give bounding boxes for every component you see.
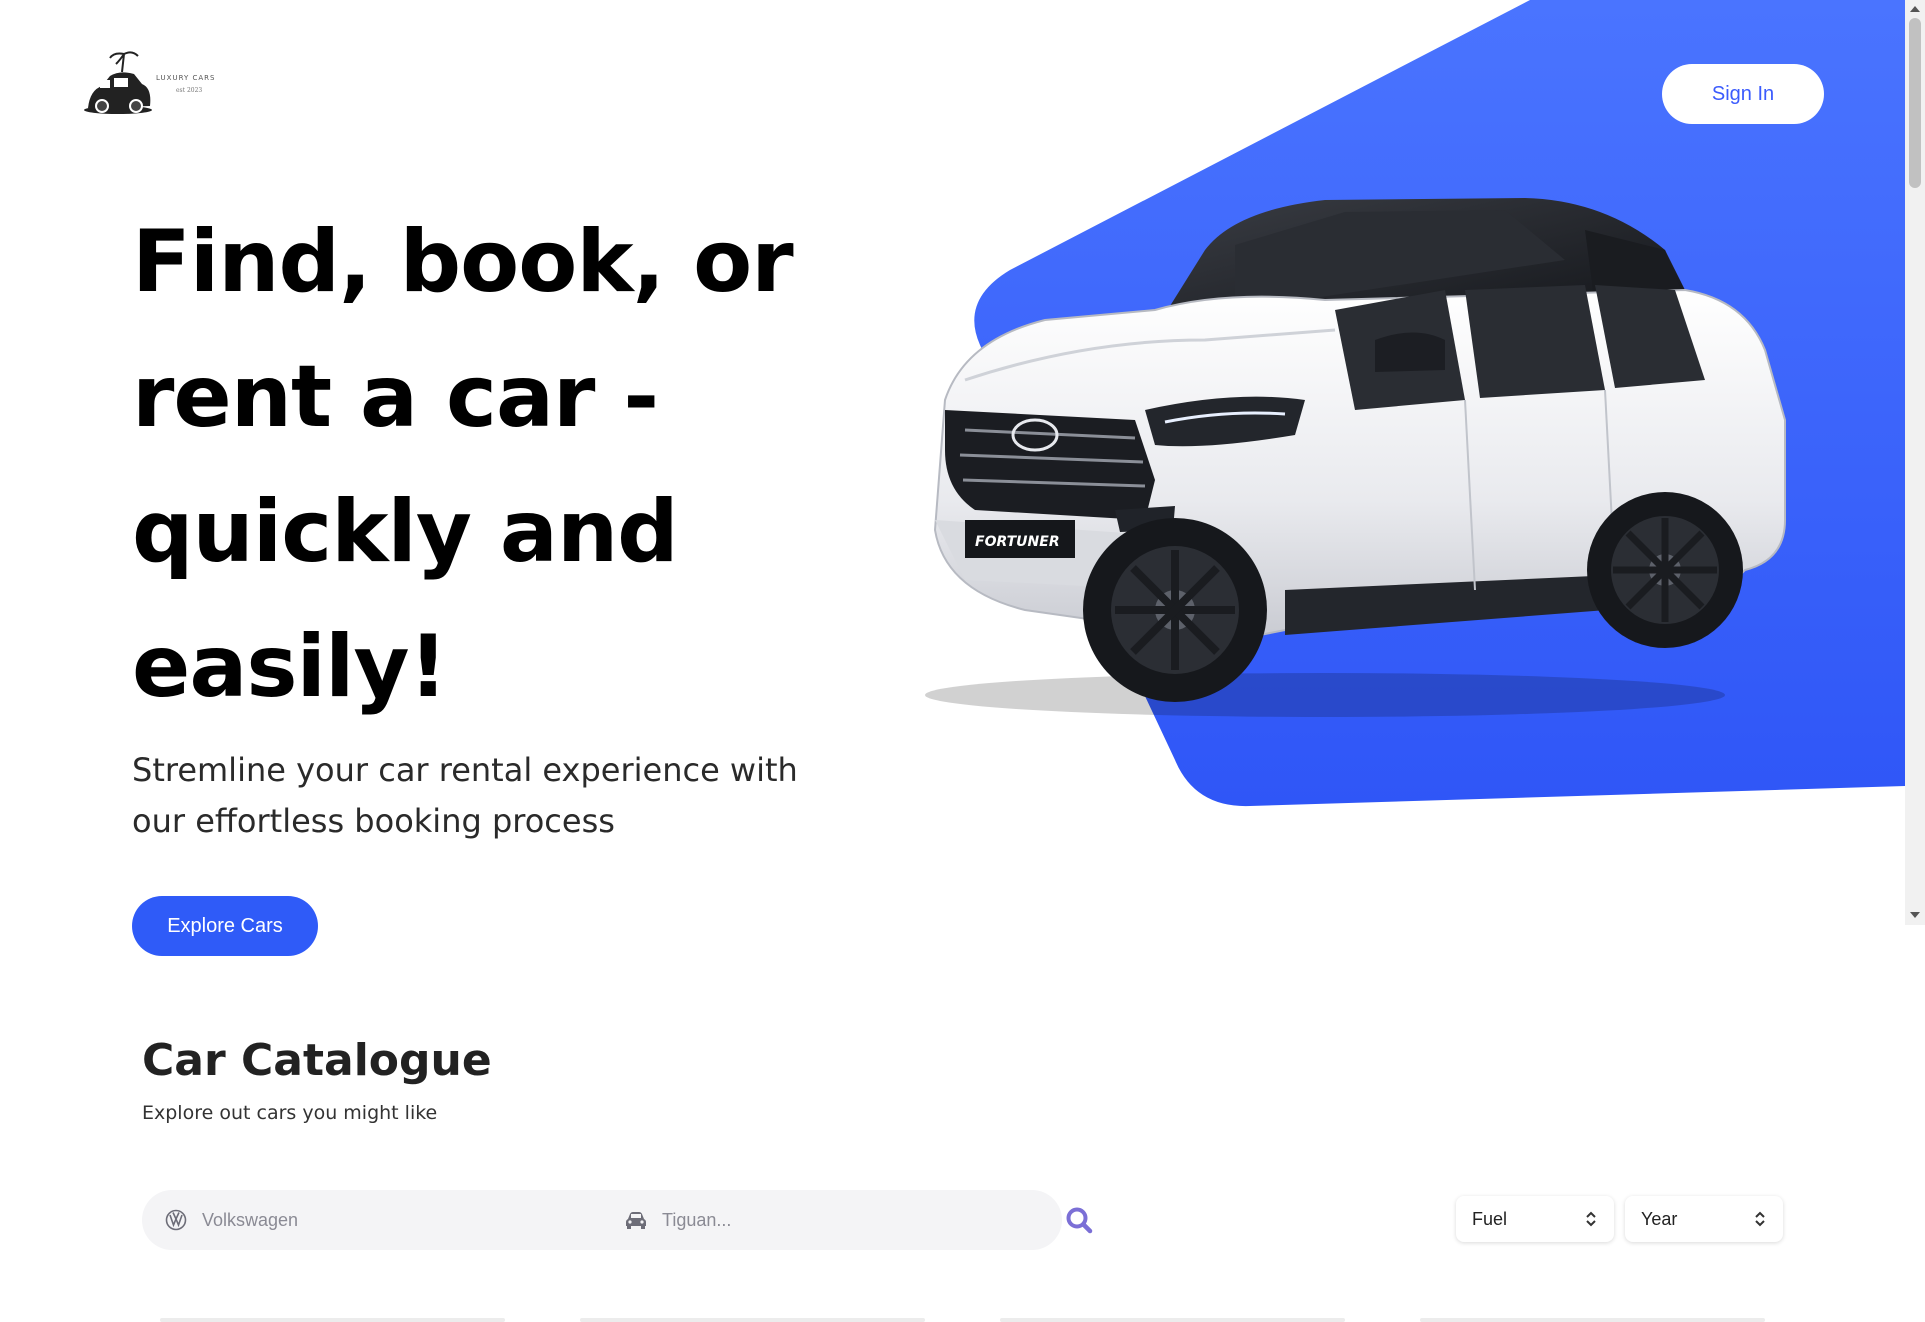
subtitle-line: our effortless booking process <box>132 802 615 840</box>
car-card-edge <box>160 1318 505 1322</box>
car-card-edge <box>1420 1318 1765 1322</box>
hero-car-image: FORTUNER <box>925 198 1786 717</box>
svg-text:LUXURY CARS: LUXURY CARS <box>156 74 216 82</box>
car-icon <box>624 1208 648 1232</box>
svg-text:est 2023: est 2023 <box>176 87 202 94</box>
brand-logo[interactable]: LUXURY CARS est 2023 <box>80 50 230 120</box>
fuel-filter-select[interactable]: Fuel <box>1456 1196 1614 1242</box>
catalogue-title: Car Catalogue <box>142 1035 492 1086</box>
headline-line: Find, book, or <box>132 212 794 312</box>
page-scrollbar[interactable] <box>1905 0 1925 925</box>
car-badge-text: FORTUNER <box>975 534 1060 550</box>
search-magnifier-icon[interactable] <box>1064 1205 1094 1235</box>
manufacturer-input[interactable] <box>202 1209 502 1231</box>
year-filter-select[interactable]: Year <box>1625 1196 1783 1242</box>
year-filter-label: Year <box>1641 1208 1678 1229</box>
page: LUXURY CARS est 2023 Sign In Find, book,… <box>0 0 1925 1322</box>
chevron-up-down-icon <box>1755 1211 1765 1227</box>
hero-subtitle: Stremline your car rental experience wit… <box>132 745 812 847</box>
headline-line: quickly and <box>132 482 679 582</box>
search-bar <box>142 1190 1062 1250</box>
fuel-filter-label: Fuel <box>1472 1208 1508 1229</box>
hero-headline: Find, book, or rent a car - quickly and … <box>132 195 852 735</box>
model-search-field[interactable] <box>624 1190 962 1250</box>
scroll-down-arrow-icon[interactable] <box>1910 912 1920 918</box>
car-card-edge <box>580 1318 925 1322</box>
manufacturer-search-field[interactable] <box>164 1190 502 1250</box>
scrollbar-thumb[interactable] <box>1909 18 1921 188</box>
subtitle-line: Stremline your car rental experience wit… <box>132 751 798 789</box>
explore-cars-button[interactable]: Explore Cars <box>132 896 318 956</box>
model-input[interactable] <box>662 1209 962 1231</box>
catalogue-subtitle: Explore out cars you might like <box>142 1102 438 1124</box>
volkswagen-logo-icon <box>164 1208 188 1232</box>
chevron-up-down-icon <box>1586 1211 1596 1227</box>
scroll-up-arrow-icon[interactable] <box>1910 6 1920 12</box>
sign-in-button[interactable]: Sign In <box>1662 64 1824 124</box>
headline-line: easily! <box>132 617 448 717</box>
headline-line: rent a car - <box>132 347 659 447</box>
car-card-edge <box>1000 1318 1345 1322</box>
